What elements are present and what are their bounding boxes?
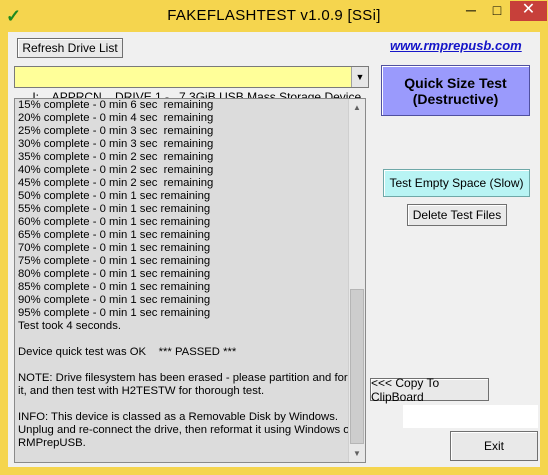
status-box bbox=[403, 405, 538, 428]
log-line: NOTE: Drive filesystem has been erased -… bbox=[18, 372, 366, 384]
scroll-down-icon[interactable]: ▼ bbox=[349, 445, 365, 462]
log-line: 35% complete - 0 min 2 sec remaining bbox=[18, 151, 214, 163]
log-line: 90% complete - 0 min 1 sec remaining bbox=[18, 294, 211, 306]
title-bar: ✓ FAKEFLASHTEST v1.0.9 [SSi] ─ □ ✕ bbox=[0, 0, 548, 32]
scroll-thumb[interactable] bbox=[350, 289, 364, 444]
log-line: 15% complete - 0 min 6 sec remaining bbox=[18, 99, 214, 111]
main-panel: Refresh Drive List www.rmprepusb.com I: … bbox=[8, 32, 540, 467]
quick-size-test-label: Quick Size Test bbox=[404, 74, 507, 91]
log-line: RMPrepUSB. bbox=[18, 437, 86, 449]
log-line: 70% complete - 0 min 1 sec remaining bbox=[18, 242, 211, 254]
drive-select[interactable]: I: APPRCN DRIVE 1 - 7.3GiB USB Mass Stor… bbox=[14, 66, 369, 104]
quick-size-test-button[interactable]: Quick Size Test (Destructive) bbox=[381, 65, 530, 116]
exit-button[interactable]: Exit bbox=[450, 431, 538, 461]
log-line: 85% complete - 0 min 1 sec remaining bbox=[18, 281, 211, 293]
log-line: Unplug and re-connect the drive, then re… bbox=[18, 424, 354, 436]
chevron-down-icon[interactable]: ▼ bbox=[351, 67, 368, 87]
scroll-up-icon[interactable]: ▲ bbox=[349, 99, 365, 116]
website-link[interactable]: www.rmprepusb.com bbox=[390, 38, 522, 53]
log-line: Test took 4 seconds. bbox=[18, 320, 121, 332]
log-scrollbar[interactable]: ▲ ▼ bbox=[348, 99, 365, 462]
log-line: 80% complete - 0 min 1 sec remaining bbox=[18, 268, 211, 280]
maximize-button[interactable]: □ bbox=[484, 1, 510, 21]
refresh-drive-list-button[interactable]: Refresh Drive List bbox=[17, 38, 123, 58]
log-line: 40% complete - 0 min 2 sec remaining bbox=[18, 164, 214, 176]
log-line: Device quick test was OK *** PASSED *** bbox=[18, 346, 237, 358]
log-line: INFO: This device is classed as a Remova… bbox=[18, 411, 338, 423]
log-line: 75% complete - 0 min 1 sec remaining bbox=[18, 255, 211, 267]
log-line: 45% complete - 0 min 2 sec remaining bbox=[18, 177, 214, 189]
log-line: 95% complete - 0 min 1 sec remaining bbox=[18, 307, 211, 319]
log-line: 65% complete - 0 min 1 sec remaining bbox=[18, 229, 211, 241]
close-button[interactable]: ✕ bbox=[510, 1, 547, 21]
log-line: it, and then test with H2TESTW for thoro… bbox=[18, 385, 265, 397]
quick-size-test-sublabel: (Destructive) bbox=[412, 90, 499, 107]
log-line: 55% complete - 0 min 1 sec remaining bbox=[18, 203, 211, 215]
log-line: 60% complete - 0 min 1 sec remaining bbox=[18, 216, 211, 228]
test-empty-space-button[interactable]: Test Empty Space (Slow) bbox=[383, 169, 530, 197]
log-line: 25% complete - 0 min 3 sec remaining bbox=[18, 125, 214, 137]
log-line: 50% complete - 0 min 1 sec remaining bbox=[18, 190, 211, 202]
minimize-button[interactable]: ─ bbox=[458, 1, 484, 21]
log-line: 20% complete - 0 min 4 sec remaining bbox=[18, 112, 214, 124]
log-lines: 15% complete - 0 min 6 sec remaining 20% … bbox=[18, 99, 366, 450]
copy-to-clipboard-button[interactable]: <<< Copy To ClipBoard bbox=[370, 376, 489, 404]
log-output[interactable]: 15% complete - 0 min 6 sec remaining 20% … bbox=[14, 98, 366, 463]
delete-test-files-button[interactable]: Delete Test Files bbox=[407, 204, 507, 226]
log-line: 30% complete - 0 min 3 sec remaining bbox=[18, 138, 214, 150]
